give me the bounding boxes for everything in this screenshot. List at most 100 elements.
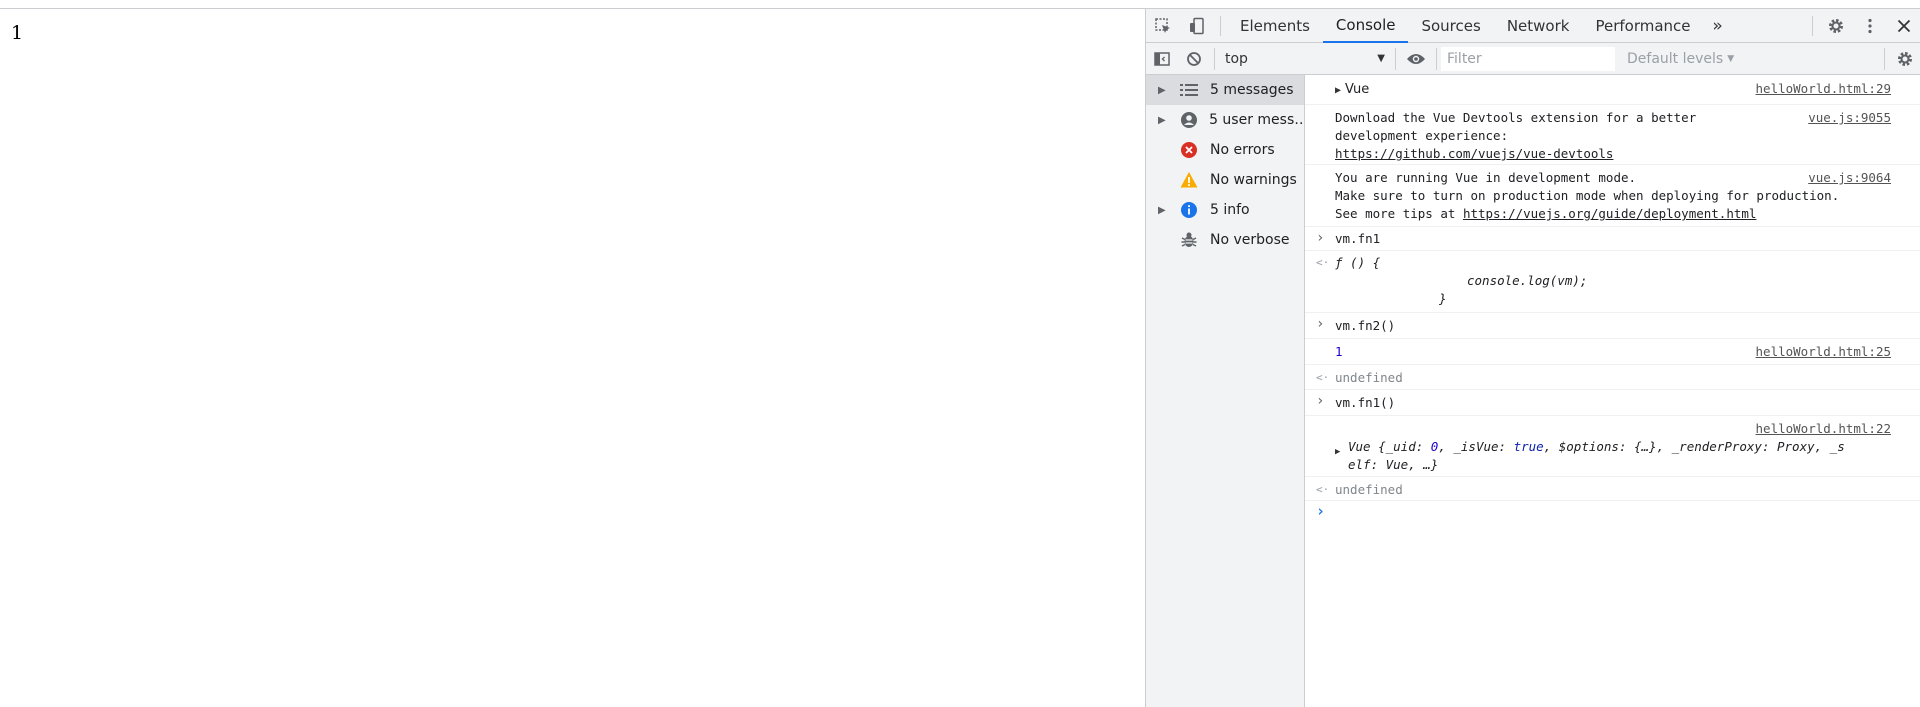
message-source-link[interactable]: helloWorld.html:25 xyxy=(1756,343,1891,361)
warning-icon xyxy=(1178,171,1200,189)
sidebar-item-errors[interactable]: No errors xyxy=(1146,135,1304,165)
toolbar-separator xyxy=(1214,47,1215,70)
info-icon xyxy=(1178,201,1200,219)
console-result-entry[interactable]: <· undefined xyxy=(1305,477,1920,501)
message-source-link[interactable]: helloWorld.html:22 xyxy=(1756,420,1891,438)
page-content-text: 1 xyxy=(11,22,24,44)
result-arrow-icon: <· xyxy=(1316,256,1330,269)
input-prompt-icon: › xyxy=(1316,230,1325,246)
input-prompt-icon: › xyxy=(1316,316,1325,332)
vue-instance-object[interactable]: ▶ Vue {_uid: 0, _isVue: true, $options: … xyxy=(1335,438,1891,474)
log-levels-label: Default levels xyxy=(1627,50,1724,67)
log-levels-dropdown[interactable]: Default levels ▼ xyxy=(1627,51,1734,67)
object-preview-boolean: true xyxy=(1513,439,1544,454)
sidebar-item-label: 5 user mess… xyxy=(1209,112,1304,128)
message-text: Make sure to turn on production mode whe… xyxy=(1335,188,1840,203)
page-viewport: 1 xyxy=(0,9,1145,707)
more-tabs-icon[interactable]: » xyxy=(1704,9,1732,43)
sidebar-item-label: No errors xyxy=(1210,142,1275,158)
sidebar-item-info[interactable]: ▶ 5 info xyxy=(1146,195,1304,225)
sidebar-item-messages[interactable]: ▶ 5 messages xyxy=(1146,75,1304,105)
log-value: 1 xyxy=(1335,344,1343,359)
customize-menu-icon[interactable] xyxy=(1853,9,1887,43)
object-preview-text: elf: Vue, …} xyxy=(1348,457,1439,472)
expand-arrow-icon[interactable]: ▶ xyxy=(1146,85,1166,96)
result-value: undefined xyxy=(1335,482,1403,497)
sidebar-toggle-icon[interactable] xyxy=(1146,44,1178,74)
devtools-tabbar: Elements Console Sources Network Perform… xyxy=(1146,9,1920,43)
console-message[interactable]: 1 helloWorld.html:25 xyxy=(1305,339,1920,365)
expand-arrow-icon[interactable]: ▶ xyxy=(1146,205,1166,216)
console-message[interactable]: helloWorld.html:22 ▶ Vue {_uid: 0, _isVu… xyxy=(1305,416,1920,477)
message-source-link[interactable]: vue.js:9055 xyxy=(1808,109,1891,127)
message-source-link[interactable]: helloWorld.html:29 xyxy=(1756,80,1891,98)
live-expression-eye-icon[interactable] xyxy=(1400,44,1432,74)
result-arrow-icon: <· xyxy=(1316,483,1330,496)
console-result-entry[interactable]: <· undefined xyxy=(1305,365,1920,390)
console-result-entry[interactable]: <· ƒ () { console.log(vm); } xyxy=(1305,251,1920,313)
dropdown-arrow-icon: ▼ xyxy=(1377,53,1385,64)
sidebar-item-label: 5 info xyxy=(1210,202,1250,218)
console-settings-gear-icon[interactable] xyxy=(1889,44,1920,74)
tab-console[interactable]: Console xyxy=(1322,9,1409,43)
tabbar-right-controls xyxy=(1806,9,1920,43)
toolbar-separator xyxy=(1436,47,1437,70)
function-close: } xyxy=(1439,291,1447,306)
console-message[interactable]: You are running Vue in development mode.… xyxy=(1305,165,1920,227)
console-input-entry[interactable]: › vm.fn1() xyxy=(1305,390,1920,416)
object-preview-text: , _isVue: xyxy=(1438,439,1514,454)
error-icon xyxy=(1178,141,1200,159)
sidebar-item-user-messages[interactable]: ▶ 5 user mess… xyxy=(1146,105,1304,135)
sidebar-item-label: No verbose xyxy=(1210,232,1290,248)
console-messages: ▶ Vue helloWorld.html:29 Download the Vue… xyxy=(1305,75,1920,707)
message-text: See more tips at xyxy=(1335,206,1463,221)
tabbar-separator xyxy=(1812,16,1813,36)
tab-performance[interactable]: Performance xyxy=(1582,9,1703,43)
toolbar-separator xyxy=(1884,48,1885,70)
console-toolbar: top ▼ Default levels ▼ xyxy=(1146,43,1920,75)
console-input-entry[interactable]: › vm.fn1 xyxy=(1305,227,1920,251)
sidebar-item-verbose[interactable]: No verbose xyxy=(1146,225,1304,255)
devtools-panel: Elements Console Sources Network Perform… xyxy=(1145,9,1920,707)
user-icon xyxy=(1178,111,1199,129)
clear-console-icon[interactable] xyxy=(1178,44,1210,74)
sidebar-item-label: No warnings xyxy=(1210,172,1297,188)
tab-network[interactable]: Network xyxy=(1494,9,1583,43)
console-message[interactable]: Download the Vue Devtools extension for … xyxy=(1305,105,1920,165)
message-source-link[interactable]: vue.js:9064 xyxy=(1808,169,1891,187)
close-icon[interactable] xyxy=(1887,9,1920,43)
console-input-entry[interactable]: › vm.fn2() xyxy=(1305,313,1920,339)
result-arrow-icon: <· xyxy=(1316,371,1330,384)
inspect-element-icon[interactable] xyxy=(1146,9,1180,43)
input-text: vm.fn2() xyxy=(1335,318,1396,333)
expand-object-icon[interactable]: ▶ xyxy=(1335,85,1341,96)
tab-sources[interactable]: Sources xyxy=(1408,9,1493,43)
execution-context-label: top xyxy=(1225,50,1248,67)
input-text: vm.fn1 xyxy=(1335,231,1381,246)
expand-arrow-icon[interactable]: ▶ xyxy=(1146,115,1166,126)
settings-gear-icon[interactable] xyxy=(1819,9,1853,43)
sidebar-item-warnings[interactable]: No warnings xyxy=(1146,165,1304,195)
console-message[interactable]: ▶ Vue helloWorld.html:29 xyxy=(1305,75,1920,105)
tabbar-separator xyxy=(1220,15,1221,36)
execution-context-select[interactable]: top ▼ xyxy=(1219,47,1391,71)
object-preview-text: , $options: {…}, _renderProxy: Proxy, _s xyxy=(1543,439,1845,454)
function-signature: ƒ () { xyxy=(1335,255,1381,270)
expand-object-icon[interactable]: ▶ xyxy=(1335,443,1340,461)
device-toolbar-icon[interactable] xyxy=(1180,9,1214,43)
object-preview-text: Vue {_uid: xyxy=(1348,439,1431,454)
deployment-guide-link[interactable]: https://vuejs.org/guide/deployment.html xyxy=(1463,206,1757,221)
dropdown-arrow-icon: ▼ xyxy=(1727,53,1735,64)
input-text: vm.fn1() xyxy=(1335,395,1396,410)
list-icon xyxy=(1178,81,1200,99)
message-text: Vue xyxy=(1345,82,1370,97)
toolbar-separator xyxy=(1395,47,1396,70)
console-toolbar-right xyxy=(1880,43,1920,75)
tab-elements[interactable]: Elements xyxy=(1227,9,1323,43)
devtools-link[interactable]: https://github.com/vuejs/vue-devtools xyxy=(1335,145,1891,163)
input-prompt-icon: › xyxy=(1316,393,1325,409)
console-prompt[interactable]: › xyxy=(1305,501,1920,525)
filter-input[interactable] xyxy=(1441,46,1615,71)
bug-icon xyxy=(1178,231,1200,249)
console-sidebar: ▶ 5 messages ▶ 5 user mess… No errors No… xyxy=(1146,75,1305,707)
